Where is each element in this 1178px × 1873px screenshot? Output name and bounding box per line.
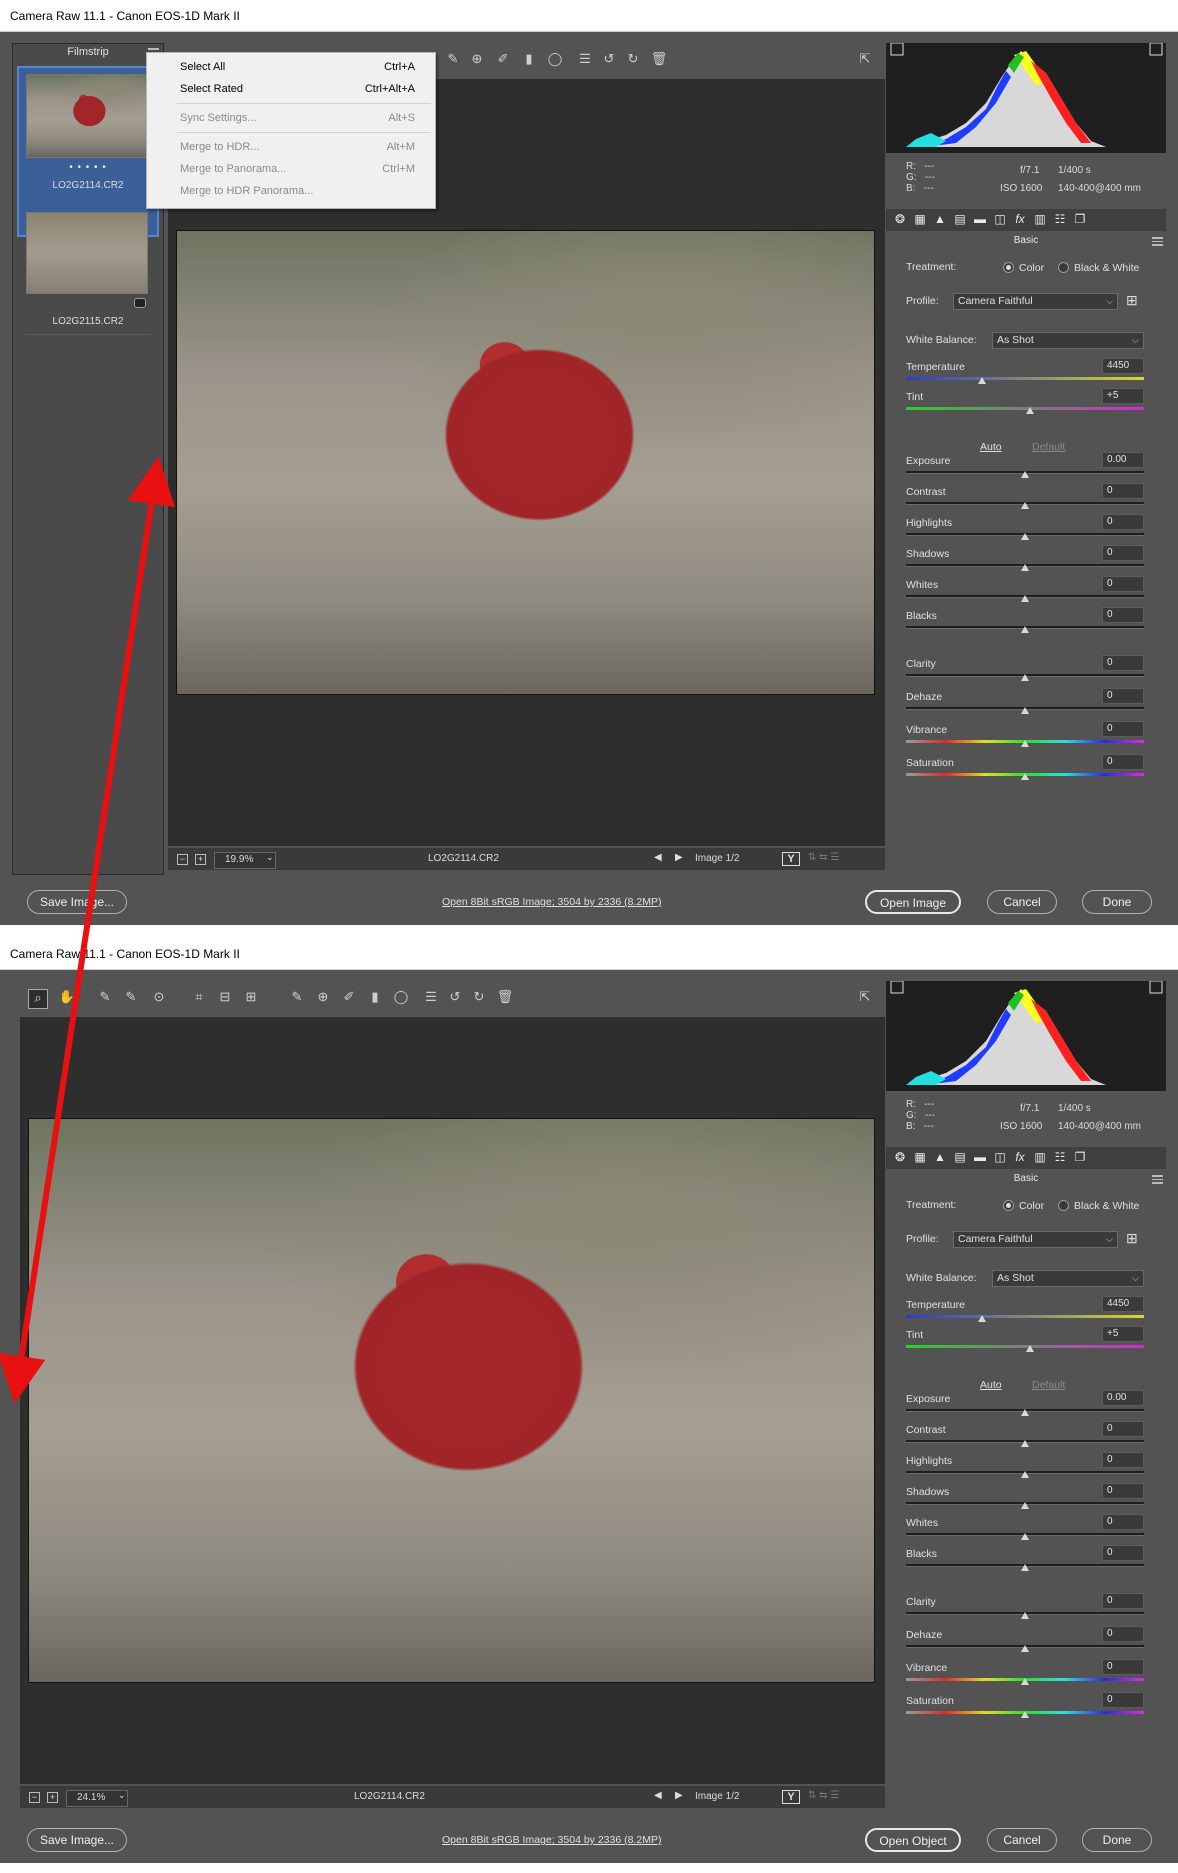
annotation-arrow bbox=[0, 456, 176, 1404]
double-headed-arrow bbox=[0, 456, 176, 1404]
